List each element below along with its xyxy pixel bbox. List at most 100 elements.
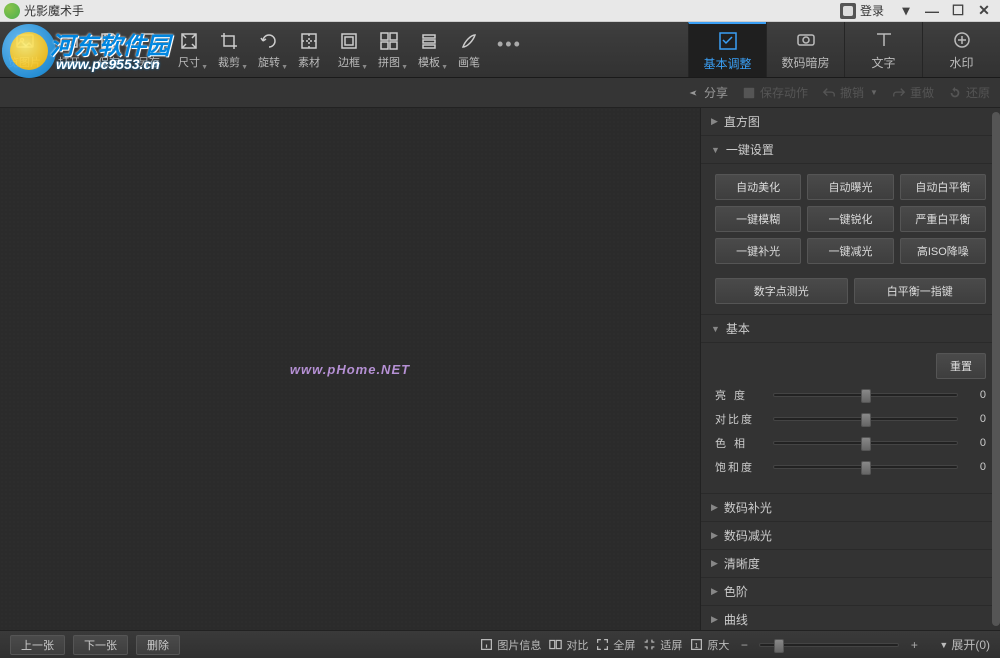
close-button[interactable]: ✕ bbox=[972, 2, 996, 20]
template-icon bbox=[418, 30, 440, 52]
slider-row: 饱和度 0 bbox=[715, 459, 986, 475]
next-image-button[interactable]: 下一张 bbox=[73, 635, 128, 655]
tool-open[interactable]: 打开 bbox=[49, 22, 89, 77]
caret-down-icon: ▼ bbox=[939, 640, 948, 650]
oneclick-extra-btn[interactable]: 白平衡一指键 bbox=[854, 278, 987, 304]
oneclick-btn[interactable]: 一键补光 bbox=[715, 238, 801, 264]
redo-button[interactable]: 重做 bbox=[892, 84, 934, 101]
oneclick-btn[interactable]: 严重白平衡 bbox=[900, 206, 986, 232]
text-icon bbox=[872, 28, 896, 52]
slider-value: 0 bbox=[966, 437, 986, 449]
tool-crop[interactable]: 裁剪▼ bbox=[209, 22, 249, 77]
zoom-in-button[interactable]: + bbox=[907, 638, 921, 652]
slider-track[interactable] bbox=[773, 417, 958, 421]
section-basic-head[interactable]: ▼ 基本 bbox=[701, 315, 1000, 343]
slider-track[interactable] bbox=[773, 393, 958, 397]
save-icon bbox=[98, 30, 120, 52]
slider-thumb[interactable] bbox=[861, 389, 871, 403]
tool-template[interactable]: 模板▼ bbox=[409, 22, 449, 77]
oneclick-extra-btn[interactable]: 数字点测光 bbox=[715, 278, 848, 304]
fullscreen-button[interactable]: 全屏 bbox=[596, 637, 635, 653]
bottom-bar: 上一张 下一张 删除 图片信息 对比 全屏 适屏 1 原大 − + ▼ 展开(0… bbox=[0, 630, 1000, 658]
slider-track[interactable] bbox=[773, 441, 958, 445]
tool-size[interactable]: 尺寸▼ bbox=[169, 22, 209, 77]
fitscreen-button[interactable]: 适屏 bbox=[643, 637, 682, 653]
basic-icon bbox=[716, 29, 740, 53]
slider-value: 0 bbox=[966, 461, 986, 473]
oneclick-btn[interactable]: 自动曝光 bbox=[807, 174, 893, 200]
section-oneclick-head[interactable]: ▼ 一键设置 bbox=[701, 136, 1000, 164]
tab-watermark[interactable]: 水印 bbox=[922, 22, 1000, 77]
image-info-button[interactable]: 图片信息 bbox=[480, 637, 541, 653]
caret-right-icon: ▶ bbox=[711, 502, 718, 513]
tab-text[interactable]: 文字 bbox=[844, 22, 922, 77]
main-area: www.pHome.NET ▶ 直方图 ▼ 一键设置 自动美化自动曝光自动白平衡… bbox=[0, 108, 1000, 630]
section-oneclick-body: 自动美化自动曝光自动白平衡一键模糊一键锐化严重白平衡一键补光一键减光高ISO降噪… bbox=[701, 164, 1000, 315]
slider-thumb[interactable] bbox=[861, 437, 871, 451]
canvas-area[interactable]: www.pHome.NET bbox=[0, 108, 700, 630]
share-icon bbox=[686, 86, 700, 100]
maximize-button[interactable]: ☐ bbox=[946, 2, 970, 20]
tool-rotate[interactable]: 旋转▼ bbox=[249, 22, 289, 77]
tab-darkroom[interactable]: 数码暗房 bbox=[766, 22, 844, 77]
section-basic-body: 重置 亮度 0对比度 0色相 0饱和度 0 bbox=[701, 343, 1000, 494]
user-icon bbox=[840, 3, 856, 19]
fullscreen-icon bbox=[596, 638, 609, 651]
frame-icon bbox=[338, 30, 360, 52]
prev-image-button[interactable]: 上一张 bbox=[10, 635, 65, 655]
oneclick-btn[interactable]: 高ISO降噪 bbox=[900, 238, 986, 264]
compare-button[interactable]: 对比 bbox=[549, 637, 588, 653]
tool-saveas[interactable]: 另存 bbox=[129, 22, 169, 77]
canvas-watermark-text: www.pHome.NET bbox=[290, 362, 410, 377]
original-size-button[interactable]: 1 原大 bbox=[690, 637, 729, 653]
tool-brush[interactable]: 画笔 bbox=[449, 22, 489, 77]
right-panel-scrollbar[interactable] bbox=[992, 112, 1000, 626]
slider-thumb[interactable] bbox=[861, 413, 871, 427]
oneclick-btn[interactable]: 自动白平衡 bbox=[900, 174, 986, 200]
section-collapsed[interactable]: ▶数码补光 bbox=[701, 494, 1000, 522]
app-logo-icon bbox=[4, 3, 20, 19]
oneclick-btn[interactable]: 一键模糊 bbox=[715, 206, 801, 232]
minimize-button[interactable]: — bbox=[920, 2, 944, 20]
slider-label: 饱和度 bbox=[715, 459, 765, 475]
section-histogram[interactable]: ▶ 直方图 bbox=[701, 108, 1000, 136]
section-collapsed[interactable]: ▶清晰度 bbox=[701, 550, 1000, 578]
slider-row: 对比度 0 bbox=[715, 411, 986, 427]
caret-down-icon: ▼ bbox=[711, 145, 720, 155]
share-button[interactable]: 分享 bbox=[686, 84, 728, 101]
tool-save[interactable]: 保存 bbox=[89, 22, 129, 77]
oneclick-btn[interactable]: 一键减光 bbox=[807, 238, 893, 264]
delete-button[interactable]: 删除 bbox=[136, 635, 180, 655]
dropdown-window-button[interactable]: ▾ bbox=[894, 2, 918, 20]
section-collapsed[interactable]: ▶曲线 bbox=[701, 606, 1000, 630]
tool-collage[interactable]: 拼图▼ bbox=[369, 22, 409, 77]
fitscreen-icon bbox=[643, 638, 656, 651]
zoom-slider[interactable] bbox=[759, 643, 899, 647]
save-action-button[interactable]: 保存动作 bbox=[742, 84, 808, 101]
tool-material[interactable]: 素材 bbox=[289, 22, 329, 77]
tab-basic[interactable]: 基本调整 bbox=[688, 22, 766, 77]
section-collapsed[interactable]: ▶数码减光 bbox=[701, 522, 1000, 550]
slider-thumb[interactable] bbox=[861, 461, 871, 475]
slider-row: 亮度 0 bbox=[715, 387, 986, 403]
zoom-slider-thumb[interactable] bbox=[774, 639, 784, 653]
chevron-down-icon: ▼ bbox=[241, 64, 248, 71]
restore-button[interactable]: 还原 bbox=[948, 84, 990, 101]
slider-value: 0 bbox=[966, 413, 986, 425]
slider-track[interactable] bbox=[773, 465, 958, 469]
save-action-icon bbox=[742, 86, 756, 100]
expand-button[interactable]: ▼ 展开(0) bbox=[939, 636, 990, 653]
reset-button[interactable]: 重置 bbox=[936, 353, 986, 379]
toolbar-more-button[interactable]: ••• bbox=[489, 22, 530, 77]
oneclick-btn[interactable]: 自动美化 bbox=[715, 174, 801, 200]
tool-frame[interactable]: 边框▼ bbox=[329, 22, 369, 77]
chevron-down-icon: ▼ bbox=[441, 64, 448, 71]
undo-button[interactable]: 撤销▼ bbox=[822, 84, 878, 101]
slider-value: 0 bbox=[966, 389, 986, 401]
watermark-icon bbox=[950, 28, 974, 52]
tool-browse[interactable]: 览图片 bbox=[0, 22, 49, 77]
login-button[interactable]: 登录 bbox=[840, 2, 884, 19]
section-collapsed[interactable]: ▶色阶 bbox=[701, 578, 1000, 606]
oneclick-btn[interactable]: 一键锐化 bbox=[807, 206, 893, 232]
zoom-out-button[interactable]: − bbox=[737, 638, 751, 652]
